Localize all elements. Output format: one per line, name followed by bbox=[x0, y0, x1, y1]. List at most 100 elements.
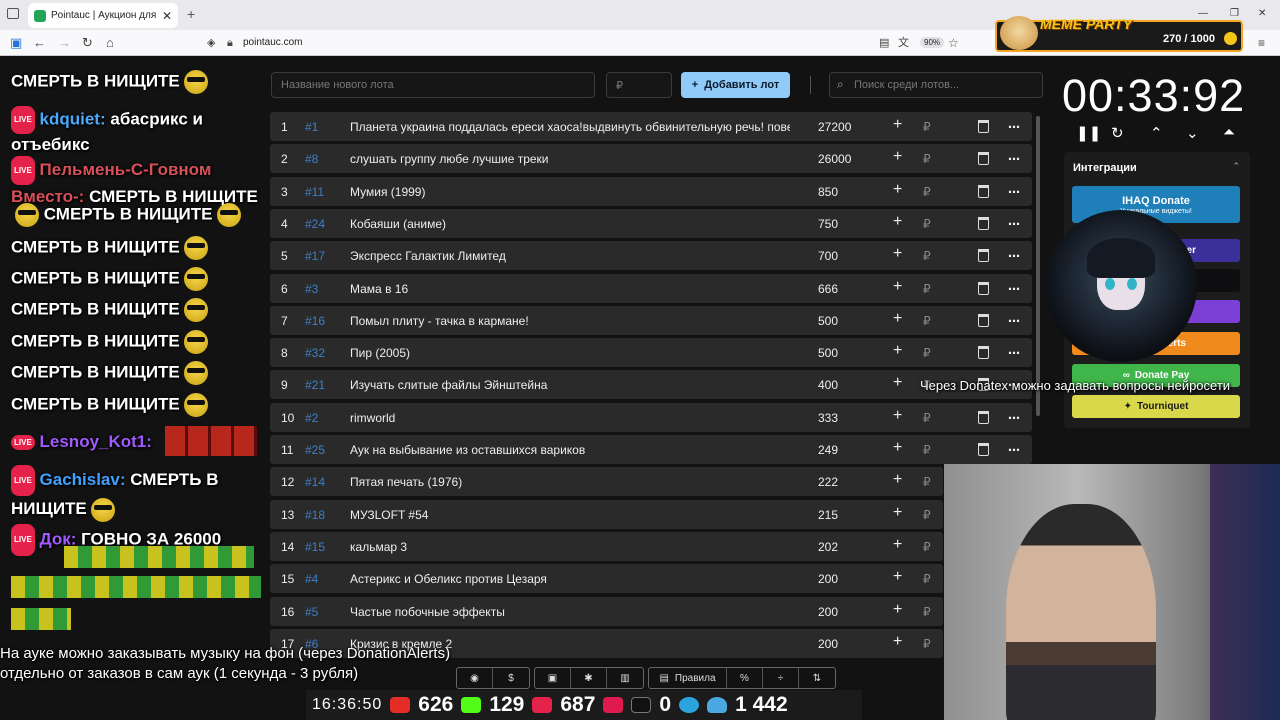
add-amount-icon[interactable]: + bbox=[893, 116, 902, 134]
lot-name[interactable]: Планета украина поддалась ереси хаоса!вы… bbox=[350, 120, 790, 134]
lot-name[interactable]: Частые побочные эффекты bbox=[350, 605, 790, 619]
lot-row[interactable]: 6 #3 Мама в 16 666 + ₽ ⋯ bbox=[270, 273, 1032, 303]
tab-list-icon[interactable] bbox=[7, 8, 19, 19]
new-tab-icon[interactable]: + bbox=[187, 6, 195, 22]
double-increase-icon[interactable]: ⏶ bbox=[1223, 124, 1235, 141]
lot-name[interactable]: Кобаяши (аниме) bbox=[350, 217, 790, 231]
add-amount-icon[interactable]: + bbox=[893, 471, 902, 489]
lot-row[interactable]: 5 #17 Экспресс Галактик Лимитед 700 + ₽ ⋯ bbox=[270, 241, 1032, 271]
more-options-icon[interactable]: ⋯ bbox=[1008, 443, 1020, 457]
lot-name[interactable]: Астерикс и Обеликс против Цезаря bbox=[350, 572, 790, 586]
lot-row[interactable]: 10 #2 rimworld 333 + ₽ ⋯ bbox=[270, 402, 1032, 432]
add-amount-icon[interactable]: + bbox=[893, 148, 902, 166]
lot-amount[interactable]: 400 bbox=[818, 378, 838, 392]
lot-amount[interactable]: 26000 bbox=[818, 152, 851, 166]
back-icon[interactable]: ← bbox=[33, 35, 46, 51]
lot-row[interactable]: 15 #4 Астерикс и Обеликс против Цезаря 200 +… bbox=[270, 564, 943, 594]
delete-icon[interactable] bbox=[978, 184, 989, 198]
add-amount-icon[interactable]: + bbox=[893, 278, 902, 296]
currency-icon[interactable]: ₽ bbox=[923, 152, 931, 166]
more-options-icon[interactable]: ⋯ bbox=[1008, 314, 1020, 328]
lot-amount[interactable]: 200 bbox=[818, 605, 838, 619]
tourniquet-button[interactable]: ✦ Tourniquet bbox=[1072, 395, 1240, 418]
lot-name[interactable]: Мама в 16 bbox=[350, 282, 790, 296]
currency-icon[interactable]: ₽ bbox=[923, 637, 931, 651]
add-amount-icon[interactable]: + bbox=[893, 213, 902, 231]
more-options-icon[interactable]: ⋯ bbox=[1008, 282, 1020, 296]
close-window-icon[interactable]: ✕ bbox=[1258, 8, 1266, 19]
lot-row[interactable]: 1 #1 Планета украина поддалась ереси хаоса… bbox=[270, 112, 1032, 141]
lot-name[interactable]: кальмар 3 bbox=[350, 540, 790, 554]
lot-row[interactable]: 13 #18 МУЗLOFT #54 215 + ₽ bbox=[270, 499, 943, 529]
save-icon[interactable]: ▣ bbox=[535, 668, 571, 688]
reset-icon[interactable]: ↻ bbox=[1111, 124, 1124, 142]
add-amount-icon[interactable]: + bbox=[893, 374, 902, 392]
add-amount-icon[interactable]: + bbox=[893, 439, 902, 457]
zoom-level[interactable]: 90% bbox=[920, 37, 945, 48]
add-amount-icon[interactable]: + bbox=[893, 342, 902, 360]
more-options-icon[interactable]: ⋯ bbox=[1008, 217, 1020, 231]
rules-button[interactable]: ▤ Правила bbox=[649, 668, 727, 688]
lot-amount[interactable]: 500 bbox=[818, 314, 838, 328]
more-options-icon[interactable]: ⋯ bbox=[1008, 185, 1020, 199]
lot-row[interactable]: 8 #32 Пир (2005) 500 + ₽ ⋯ bbox=[270, 338, 1032, 368]
lot-name[interactable]: МУЗLOFT #54 bbox=[350, 508, 790, 522]
more-options-icon[interactable]: ⋯ bbox=[1008, 120, 1020, 134]
delete-icon[interactable] bbox=[978, 216, 989, 230]
lot-row[interactable]: 4 #24 Кобаяши (аниме) 750 + ₽ ⋯ bbox=[270, 208, 1032, 238]
lot-name[interactable]: Изучать слитые файлы Эйнштейна bbox=[350, 378, 790, 392]
add-lot-button[interactable]: + Добавить лот bbox=[681, 72, 790, 98]
more-options-icon[interactable]: ⋯ bbox=[1008, 346, 1020, 360]
delete-icon[interactable] bbox=[978, 152, 989, 166]
browser-tab[interactable]: Pointauc | Аукцион для стримеров ✕ bbox=[28, 3, 178, 28]
add-amount-icon[interactable]: + bbox=[893, 310, 902, 328]
lot-row[interactable]: 11 #25 Аук на выбывание из оставшихся вари… bbox=[270, 435, 1032, 464]
currency-icon[interactable]: ₽ bbox=[923, 217, 931, 231]
lot-amount[interactable]: 222 bbox=[818, 475, 838, 489]
menu-icon[interactable]: ≡ bbox=[1258, 35, 1265, 51]
lot-amount[interactable]: 200 bbox=[818, 572, 838, 586]
decrease-time-icon[interactable]: ⌄ bbox=[1186, 124, 1199, 142]
lot-row[interactable]: 9 #21 Изучать слитые файлы Эйнштейна 400 + ₽ ⋯ bbox=[270, 370, 1032, 400]
add-amount-icon[interactable]: + bbox=[893, 245, 902, 263]
sort-icon[interactable]: ⇅ bbox=[799, 668, 835, 688]
close-tab-icon[interactable]: ✕ bbox=[162, 9, 172, 23]
add-amount-icon[interactable]: + bbox=[893, 568, 902, 586]
search-lots-input[interactable]: ⌕ Поиск среди лотов... bbox=[829, 72, 1043, 98]
delete-icon[interactable] bbox=[978, 313, 989, 327]
home-icon[interactable]: ⌂ bbox=[106, 35, 114, 51]
lot-amount[interactable]: 215 bbox=[818, 508, 838, 522]
lot-amount[interactable]: 202 bbox=[818, 540, 838, 554]
currency-icon[interactable]: ₽ bbox=[923, 282, 931, 296]
percent-button[interactable]: % bbox=[727, 668, 763, 688]
currency-icon[interactable]: ₽ bbox=[923, 346, 931, 360]
bug-icon[interactable]: ✱ bbox=[571, 668, 607, 688]
translate-icon[interactable]: 文 bbox=[898, 35, 909, 51]
currency-icon[interactable]: ₽ bbox=[923, 572, 931, 586]
currency-icon[interactable]: ₽ bbox=[923, 411, 931, 425]
add-amount-icon[interactable]: + bbox=[893, 504, 902, 522]
pause-icon[interactable]: ❚❚ bbox=[1076, 124, 1101, 142]
lot-amount[interactable]: 666 bbox=[818, 282, 838, 296]
add-amount-icon[interactable]: + bbox=[893, 633, 902, 651]
currency-icon[interactable]: ₽ bbox=[923, 475, 931, 489]
scrollbar[interactable] bbox=[1036, 116, 1040, 416]
github-icon[interactable]: ◉ bbox=[457, 668, 493, 688]
delete-icon[interactable] bbox=[978, 346, 989, 360]
lot-amount[interactable]: 333 bbox=[818, 411, 838, 425]
currency-icon[interactable]: ₽ bbox=[923, 314, 931, 328]
add-amount-icon[interactable]: + bbox=[893, 601, 902, 619]
lot-row[interactable]: 7 #16 Помыл плиту - тачка в кармане! 500 + ₽ ⋯ bbox=[270, 305, 1032, 335]
delete-icon[interactable] bbox=[978, 443, 989, 456]
lot-row[interactable]: 2 #8 слушать группу любе лучшие треки 26000… bbox=[270, 144, 1032, 174]
new-lot-input[interactable]: Название нового лота bbox=[271, 72, 595, 98]
lock-icon[interactable]: 🔒︎ bbox=[227, 35, 233, 51]
lot-amount[interactable]: 249 bbox=[818, 443, 838, 457]
lot-name[interactable]: rimworld bbox=[350, 411, 790, 425]
currency-icon[interactable]: ₽ bbox=[923, 540, 931, 554]
currency-icon[interactable]: ₽ bbox=[923, 508, 931, 522]
collapse-icon[interactable]: ⌃ bbox=[1232, 161, 1240, 172]
forward-icon[interactable]: → bbox=[58, 35, 71, 51]
lot-row[interactable]: 12 #14 Пятая печать (1976) 222 + ₽ bbox=[270, 467, 943, 497]
lot-row[interactable]: 16 #5 Частые побочные эффекты 200 + ₽ bbox=[270, 596, 943, 626]
